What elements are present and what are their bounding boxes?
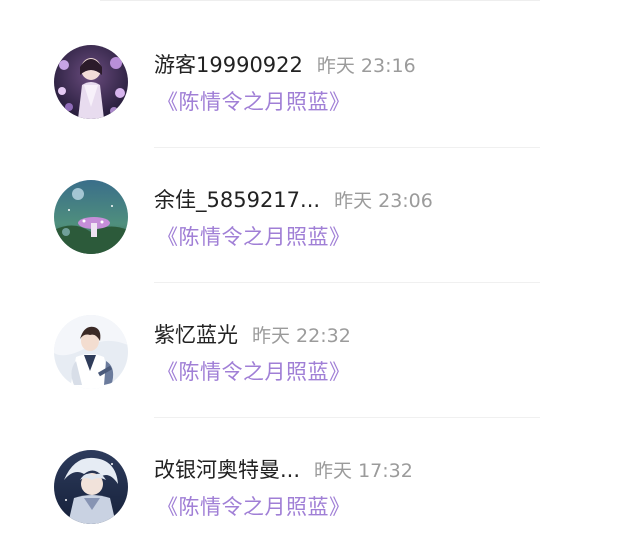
list-item[interactable]: 改银河奥特曼... 昨天 17:32 《陈情令之月照蓝》 [0, 418, 640, 535]
white-hair-anime-avatar-icon [54, 450, 128, 524]
name-line: 紫忆蓝光 昨天 22:32 [154, 322, 351, 350]
fantasy-mushroom-avatar-icon [54, 180, 128, 254]
username[interactable]: 余佳_5859217... [154, 188, 320, 212]
avatar[interactable] [54, 450, 128, 524]
username[interactable]: 改银河奥特曼... [154, 458, 300, 482]
list-item[interactable]: 余佳_5859217... 昨天 23:06 《陈情令之月照蓝》 [0, 148, 640, 283]
timestamp: 昨天 23:16 [316, 55, 416, 77]
timestamp: 昨天 22:32 [252, 325, 351, 347]
avatar[interactable] [54, 180, 128, 254]
book-title-link[interactable]: 《陈情令之月照蓝》 [157, 223, 351, 251]
top-divider [100, 0, 540, 1]
name-line: 改银河奥特曼... 昨天 17:32 [154, 457, 413, 485]
name-line: 游客19990922 昨天 23:16 [154, 52, 416, 80]
girl-portrait-avatar-icon [54, 45, 128, 119]
timestamp: 昨天 23:06 [334, 190, 433, 212]
anime-boy-avatar-icon [54, 315, 128, 389]
avatar[interactable] [54, 45, 128, 119]
list-item[interactable]: 紫忆蓝光 昨天 22:32 《陈情令之月照蓝》 [0, 283, 640, 418]
reader-feed-page: 游客19990922 昨天 23:16 《陈情令之月照蓝》 余佳_5859217… [0, 0, 640, 535]
name-line: 余佳_5859217... 昨天 23:06 [154, 187, 433, 215]
book-title-link[interactable]: 《陈情令之月照蓝》 [157, 493, 351, 521]
book-title-link[interactable]: 《陈情令之月照蓝》 [157, 88, 351, 116]
book-title-link[interactable]: 《陈情令之月照蓝》 [157, 358, 351, 386]
username[interactable]: 游客19990922 [154, 53, 303, 77]
timestamp: 昨天 17:32 [314, 460, 413, 482]
avatar[interactable] [54, 315, 128, 389]
username[interactable]: 紫忆蓝光 [154, 323, 238, 347]
list-item[interactable]: 游客19990922 昨天 23:16 《陈情令之月照蓝》 [0, 13, 640, 148]
